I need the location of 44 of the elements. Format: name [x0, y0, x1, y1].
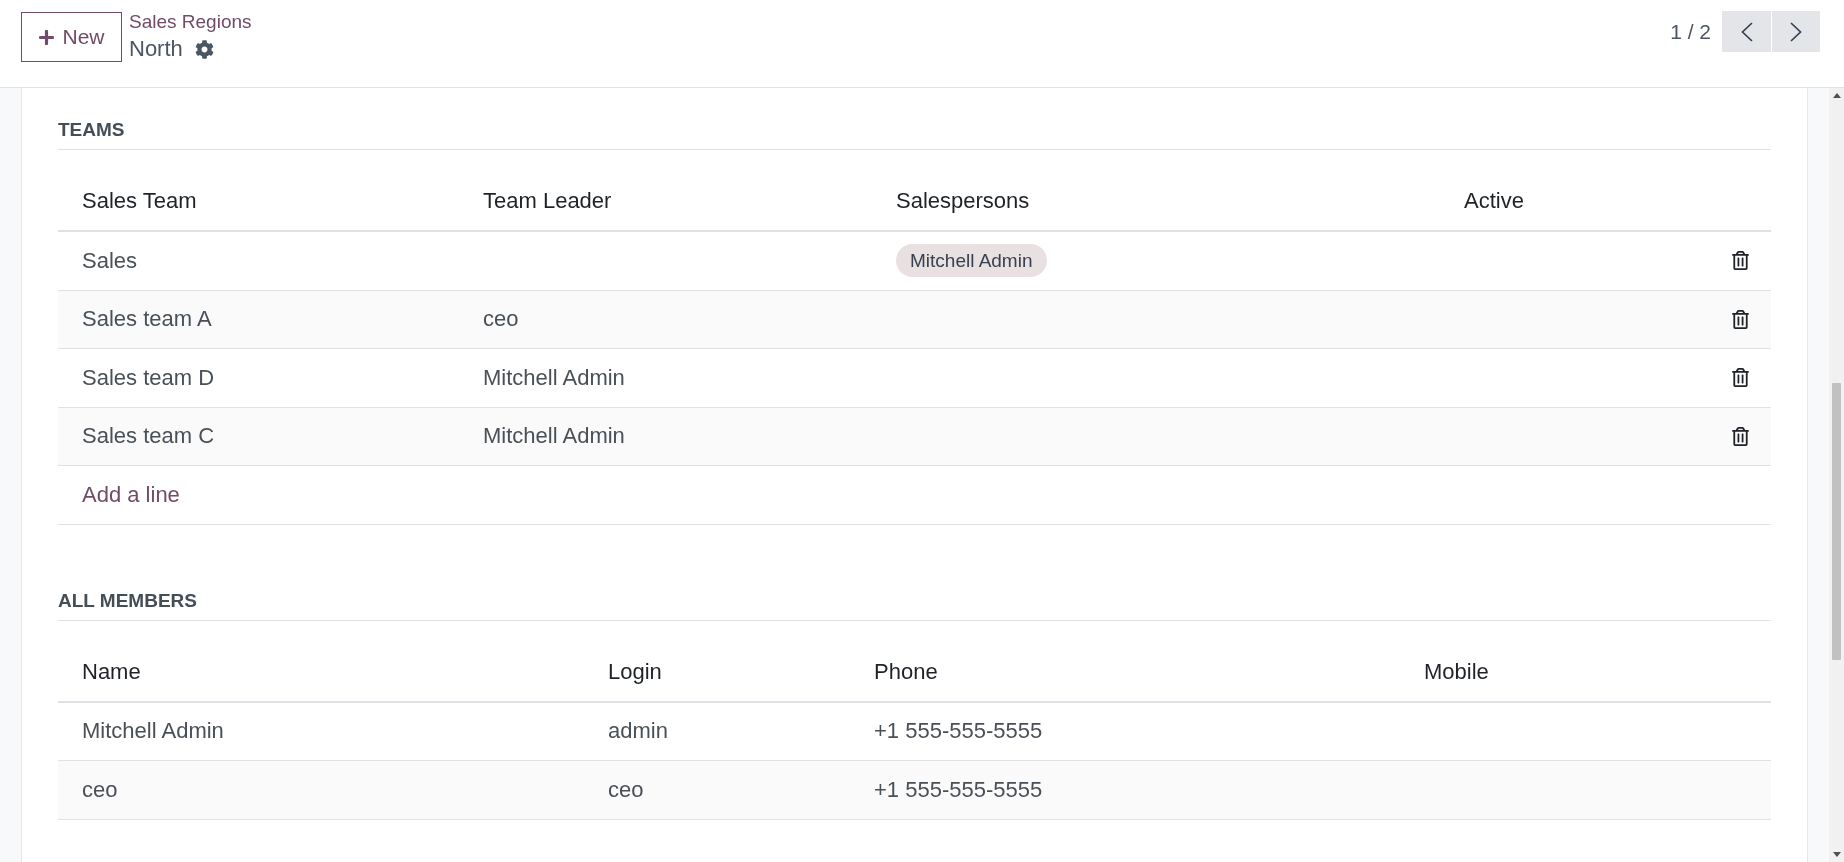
- table-row[interactable]: ceo ceo +1 555-555-5555: [58, 761, 1771, 820]
- table-cell: Mitchell Admin: [483, 422, 625, 451]
- table-cell: Mitchell Admin: [483, 363, 625, 392]
- table-cell: Mitchell Admin: [82, 717, 224, 746]
- add-line-link[interactable]: Add a line: [82, 480, 180, 509]
- table-cell: Sales: [82, 246, 138, 275]
- delete-icon[interactable]: [1732, 251, 1749, 271]
- column-header[interactable]: Name: [82, 657, 141, 686]
- plus-icon: [38, 28, 56, 46]
- section-title: ALL MEMBERS: [58, 589, 197, 611]
- column-header[interactable]: Phone: [874, 657, 938, 686]
- settings-icon[interactable]: [194, 39, 214, 59]
- salesperson-tag[interactable]: Mitchell Admin: [896, 244, 1047, 278]
- new-button[interactable]: New: [21, 12, 122, 62]
- chevron-right-icon: [1790, 21, 1802, 42]
- delete-icon[interactable]: [1732, 309, 1749, 329]
- column-header[interactable]: Team Leader: [483, 187, 612, 215]
- column-header[interactable]: Login: [608, 657, 662, 686]
- delete-icon[interactable]: [1732, 368, 1749, 388]
- breadcrumb-link[interactable]: Sales Regions: [129, 10, 252, 34]
- delete-icon[interactable]: [1732, 426, 1749, 446]
- table-cell: Sales team C: [82, 422, 215, 451]
- scroll-down-icon[interactable]: [1832, 852, 1841, 857]
- scrollbar-thumb[interactable]: [1832, 383, 1841, 660]
- table-cell: Sales team D: [82, 363, 215, 392]
- table-cell: Sales team A: [82, 305, 212, 334]
- pager-value[interactable]: 1 / 2: [1670, 18, 1711, 45]
- column-header[interactable]: Sales Team: [82, 187, 197, 215]
- table-row[interactable]: Sales team C Mitchell Admin: [58, 407, 1771, 466]
- record-title: North: [129, 35, 183, 63]
- table-row[interactable]: Sales team A ceo: [58, 290, 1771, 349]
- chevron-left-icon: [1740, 21, 1753, 42]
- table-cell: ceo: [483, 305, 519, 334]
- table-cell: ceo: [82, 775, 118, 804]
- table-cell: admin: [608, 717, 668, 746]
- column-header[interactable]: Salespersons: [896, 187, 1030, 215]
- section-title: TEAMS: [58, 119, 125, 140]
- scrollbar[interactable]: [1829, 88, 1844, 862]
- table-cell: ceo: [608, 775, 644, 804]
- column-header[interactable]: Active: [1464, 187, 1524, 215]
- table-cell: +1 555-555-5555: [874, 775, 1043, 804]
- scroll-up-icon[interactable]: [1832, 93, 1841, 98]
- table-cell: +1 555-555-5555: [874, 717, 1043, 746]
- column-header[interactable]: Mobile: [1424, 657, 1489, 686]
